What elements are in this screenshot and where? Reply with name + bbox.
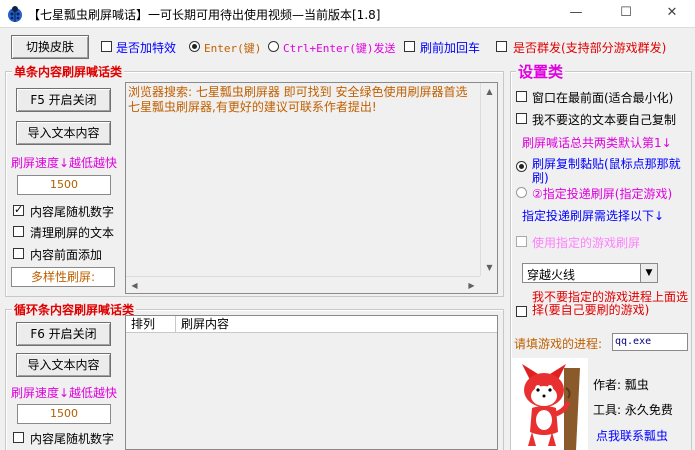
- mode1-radio[interactable]: [516, 161, 527, 172]
- single-group-title: 单条内容刷屏喊话类: [12, 63, 125, 80]
- topmost-checkbox[interactable]: [516, 91, 527, 102]
- column-header-order[interactable]: 排列: [126, 316, 176, 333]
- speed-label: 刷屏速度↓越低越快: [11, 156, 118, 170]
- contact-link[interactable]: 点我联系瓢虫: [596, 427, 668, 444]
- window-title: 【七星瓢虫刷屏喊话】一可长期可用待出使用视频—当前版本[1.8]: [28, 8, 381, 22]
- game-select[interactable]: 穿越火线 ▼: [522, 263, 658, 283]
- enter-key-radio[interactable]: [189, 41, 200, 52]
- scroll-right-icon[interactable]: ▶: [463, 277, 480, 294]
- loop-speed-input[interactable]: 1500: [17, 404, 111, 424]
- process-label: 请填游戏的进程:: [514, 337, 603, 351]
- ctrl-enter-radio[interactable]: [268, 41, 279, 52]
- no-copy-label: 我不要这的文本要自己复制: [532, 113, 677, 127]
- import-text-button[interactable]: 导入文本内容: [16, 121, 111, 145]
- no-process-checkbox[interactable]: [516, 306, 527, 317]
- ladybug-icon: [8, 6, 22, 22]
- loop-content-list[interactable]: 排列 刷屏内容: [125, 315, 498, 450]
- no-process-label: 我不要指定的游戏进程上面选择(要自己要刷的游戏): [532, 290, 689, 317]
- loop-group-title: 循环条内容刷屏喊话类: [12, 301, 137, 318]
- enter-key-label: Enter(键): [204, 42, 262, 55]
- mode2-hint: 指定投递刷屏需选择以下↓: [522, 209, 665, 223]
- no-copy-checkbox[interactable]: [516, 113, 527, 124]
- textarea-hscrollbar[interactable]: ◀ ▶: [126, 276, 480, 293]
- settings-title: 设置类: [516, 61, 566, 82]
- game-select-value: 穿越火线: [527, 268, 576, 282]
- content-textarea[interactable]: 浏览器搜索: 七星瓢虫刷屏器 即可找到 安全绿色使用刷屏器首选 七星瓢虫刷屏器,…: [125, 82, 498, 294]
- tail-random-label: 内容尾随机数字: [30, 205, 115, 219]
- close-button[interactable]: ✕: [649, 0, 695, 28]
- group-send-label: 是否群发(支持部分游戏群发): [513, 41, 667, 55]
- use-game-label: 使用指定的游戏刷屏: [532, 236, 641, 250]
- speed-input[interactable]: 1500: [17, 175, 111, 195]
- fox-mascot-image: [512, 358, 588, 450]
- special-effect-label: 是否加特效: [116, 41, 177, 55]
- loop-import-text-button[interactable]: 导入文本内容: [16, 353, 111, 377]
- mode2-radio[interactable]: [516, 187, 527, 198]
- prefix-add-checkbox[interactable]: [13, 248, 24, 259]
- scroll-up-icon[interactable]: ▲: [481, 83, 498, 100]
- clear-text-checkbox[interactable]: [13, 226, 24, 237]
- diversity-field[interactable]: 多样性刷屏:: [11, 267, 115, 287]
- author-label: 作者: 瓢虫: [593, 378, 649, 392]
- title-bar[interactable]: 【七星瓢虫刷屏喊话】一可长期可用待出使用视频—当前版本[1.8] — ☐ ✕: [0, 0, 695, 28]
- ctrl-enter-label: Ctrl+Enter(键)发送: [283, 42, 396, 55]
- switch-skin-button[interactable]: 切换皮肤: [11, 35, 89, 59]
- prefix-add-label: 内容前面添加: [30, 248, 103, 262]
- dropdown-arrow-icon[interactable]: ▼: [640, 264, 657, 282]
- special-effect-checkbox[interactable]: [101, 41, 112, 52]
- maximize-button[interactable]: ☐: [603, 0, 649, 28]
- mode2-label: ②指定投递刷屏(指定游戏): [532, 187, 673, 201]
- refresh-carriage-label: 刷前加回车: [420, 41, 481, 55]
- f6-toggle-button[interactable]: F6 开启关闭: [16, 322, 111, 346]
- use-game-checkbox[interactable]: [516, 236, 527, 247]
- group-send-checkbox[interactable]: [496, 41, 507, 52]
- tool-label: 工具: 永久免费: [593, 403, 673, 417]
- loop-tail-random-label: 内容尾随机数字: [30, 432, 115, 446]
- refresh-carriage-checkbox[interactable]: [404, 41, 415, 52]
- tail-random-checkbox[interactable]: [13, 203, 24, 216]
- textarea-vscrollbar[interactable]: ▲ ▼: [480, 83, 497, 276]
- f5-toggle-button[interactable]: F5 开启关闭: [16, 88, 111, 112]
- topmost-label: 窗口在最前面(适合最小化): [532, 91, 674, 105]
- process-input[interactable]: qq.exe: [612, 333, 688, 351]
- content-text: 浏览器搜索: 七星瓢虫刷屏器 即可找到 安全绿色使用刷屏器首选 七星瓢虫刷屏器,…: [128, 85, 468, 114]
- column-header-content[interactable]: 刷屏内容: [176, 316, 497, 333]
- loop-tail-random-checkbox[interactable]: [13, 432, 24, 443]
- loop-speed-label: 刷屏速度↓越低越快: [11, 386, 118, 400]
- clear-text-label: 清理刷屏的文本: [30, 226, 115, 240]
- minimize-button[interactable]: —: [553, 0, 599, 28]
- mode1-label: 刷屏复制黏贴(鼠标点那那就刷): [532, 157, 681, 185]
- scroll-left-icon[interactable]: ◀: [126, 277, 143, 294]
- two-modes-label: 刷屏喊话总共两类默认第1↓: [522, 136, 672, 150]
- scroll-down-icon[interactable]: ▼: [481, 259, 498, 276]
